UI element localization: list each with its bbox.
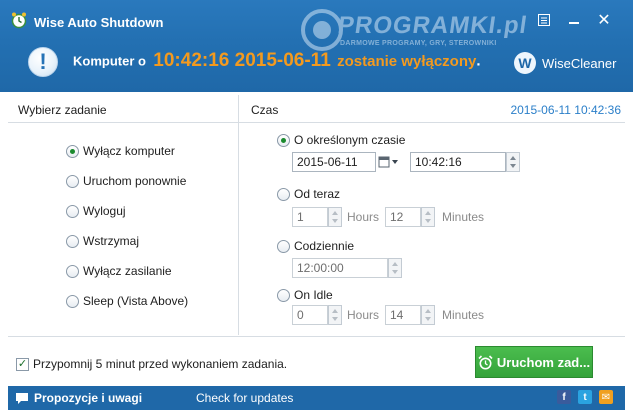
time-field[interactable] <box>410 152 506 172</box>
date-field[interactable] <box>292 152 376 172</box>
time-option-daily[interactable]: Codziennie <box>277 239 354 253</box>
info-icon: ! <box>28 47 58 77</box>
minimize-icon <box>569 22 579 24</box>
start-button-label: Uruchom zad... <box>496 354 591 370</box>
alarm-clock-icon <box>11 12 27 29</box>
shutdown-status: Komputer o 10:42:16 2015-06-11 zostanie … <box>73 50 481 72</box>
task-label: Uruchom ponownie <box>83 174 187 188</box>
radio-icon <box>66 204 79 218</box>
reminder-option[interactable]: ✓ Przypomnij 5 minut przed wykonaniem za… <box>16 357 287 371</box>
app-window: Wise Auto Shutdown PROGRAMKI.pl DARMOWE … <box>0 0 633 420</box>
radio-icon <box>277 239 290 253</box>
idle-hours-field[interactable] <box>292 305 328 325</box>
time-option-label: O określonym czasie <box>294 133 406 147</box>
panel-headers: Wybierz zadanie Czas 2015-06-11 10:42:36 <box>8 95 625 123</box>
current-datetime: 2015-06-11 10:42:36 <box>510 103 621 117</box>
task-power-off[interactable]: Wyłącz zasilanie <box>66 264 172 278</box>
reminder-label: Przypomnij 5 minut przed wykonaniem zada… <box>33 357 288 371</box>
mail-icon[interactable]: ✉ <box>599 390 613 404</box>
time-spinner[interactable] <box>506 152 520 172</box>
start-task-button[interactable]: Uruchom zad... <box>475 346 593 378</box>
feedback-link[interactable]: Propozycje i uwagi <box>15 391 142 405</box>
task-shutdown[interactable]: Wyłącz komputer <box>66 144 175 158</box>
status-prefix: Komputer o <box>73 53 146 69</box>
task-label: Wyłącz komputer <box>83 144 175 158</box>
hours-unit-label: Hours <box>347 210 380 224</box>
hours-unit-label: Hours <box>347 308 380 322</box>
close-button[interactable]: ✕ <box>593 10 615 30</box>
time-option-label: Od teraz <box>294 187 341 201</box>
window-title: Wise Auto Shutdown <box>34 15 164 30</box>
task-label: Sleep (Vista Above) <box>83 294 189 308</box>
check-updates-link[interactable]: Check for updates <box>196 391 293 405</box>
from-now-hours-field[interactable] <box>292 207 328 227</box>
alarm-clock-icon <box>478 354 493 369</box>
time-panel-title: Czas <box>251 103 279 117</box>
facebook-icon[interactable]: f <box>557 390 571 404</box>
info-glyph: ! <box>39 49 47 74</box>
task-label: Wstrzymaj <box>83 234 139 248</box>
feedback-label: Propozycje i uwagi <box>34 391 143 405</box>
daily-time-field[interactable] <box>292 258 388 278</box>
reminder-checkbox[interactable]: ✓ <box>16 357 29 371</box>
radio-icon <box>66 174 79 188</box>
time-option-on-idle[interactable]: On Idle <box>277 288 333 302</box>
idle-minutes-field[interactable] <box>385 305 421 325</box>
close-icon: ✕ <box>597 12 611 29</box>
status-suffix: zostanie wyłączony <box>337 52 477 70</box>
panel-divider <box>238 95 239 335</box>
minutes-unit-label: Minutes <box>442 308 485 322</box>
task-sleep[interactable]: Sleep (Vista Above) <box>66 294 188 308</box>
brand-name: WiseCleaner <box>542 55 617 71</box>
time-option-from-now[interactable]: Od teraz <box>277 187 340 201</box>
idle-minutes-spinner[interactable] <box>421 305 435 325</box>
task-label: Wyłącz zasilanie <box>83 264 172 278</box>
time-option-label: Codziennie <box>294 239 355 253</box>
watermark-tagline: DARMOWE PROGRAMY, GRY, STEROWNIKI <box>340 40 497 47</box>
date-picker-button[interactable] <box>375 152 403 172</box>
radio-icon <box>277 187 290 201</box>
radio-icon <box>277 288 290 302</box>
from-now-minutes-field[interactable] <box>385 207 421 227</box>
idle-hours-spinner[interactable] <box>328 305 342 325</box>
radio-icon <box>66 234 79 248</box>
task-logoff[interactable]: Wyloguj <box>66 204 126 218</box>
minutes-unit-label: Minutes <box>442 210 485 224</box>
calendar-icon <box>378 156 398 168</box>
twitter-icon[interactable]: t <box>578 390 592 404</box>
watermark-name: PROGRAMKI.pl <box>336 12 530 39</box>
radio-icon <box>66 294 79 308</box>
from-now-minutes-spinner[interactable] <box>421 207 435 227</box>
wisecleaner-brand[interactable]: W WiseCleaner <box>514 52 616 74</box>
task-panel-title: Wybierz zadanie <box>18 103 107 117</box>
task-suspend[interactable]: Wstrzymaj <box>66 234 139 248</box>
wisecleaner-logo-icon: W <box>514 52 536 74</box>
radio-icon <box>66 144 79 158</box>
from-now-hours-spinner[interactable] <box>328 207 342 227</box>
menu-button[interactable] <box>533 10 555 30</box>
menu-icon <box>538 14 550 26</box>
minimize-button[interactable] <box>563 10 585 30</box>
radio-icon <box>66 264 79 278</box>
chat-bubble-icon <box>16 392 28 404</box>
task-restart[interactable]: Uruchom ponownie <box>66 174 186 188</box>
daily-time-spinner[interactable] <box>388 258 402 278</box>
radio-icon <box>277 133 290 147</box>
status-time: 10:42:16 2015-06-11 <box>153 50 331 71</box>
status-period: . <box>476 52 481 70</box>
time-option-label: On Idle <box>294 288 333 302</box>
time-option-at-time[interactable]: O określonym czasie <box>277 133 405 147</box>
title-banner: Wise Auto Shutdown PROGRAMKI.pl DARMOWE … <box>0 0 633 92</box>
footer-bar: Propozycje i uwagi Check for updates f t… <box>8 386 625 410</box>
task-label: Wyloguj <box>83 204 126 218</box>
